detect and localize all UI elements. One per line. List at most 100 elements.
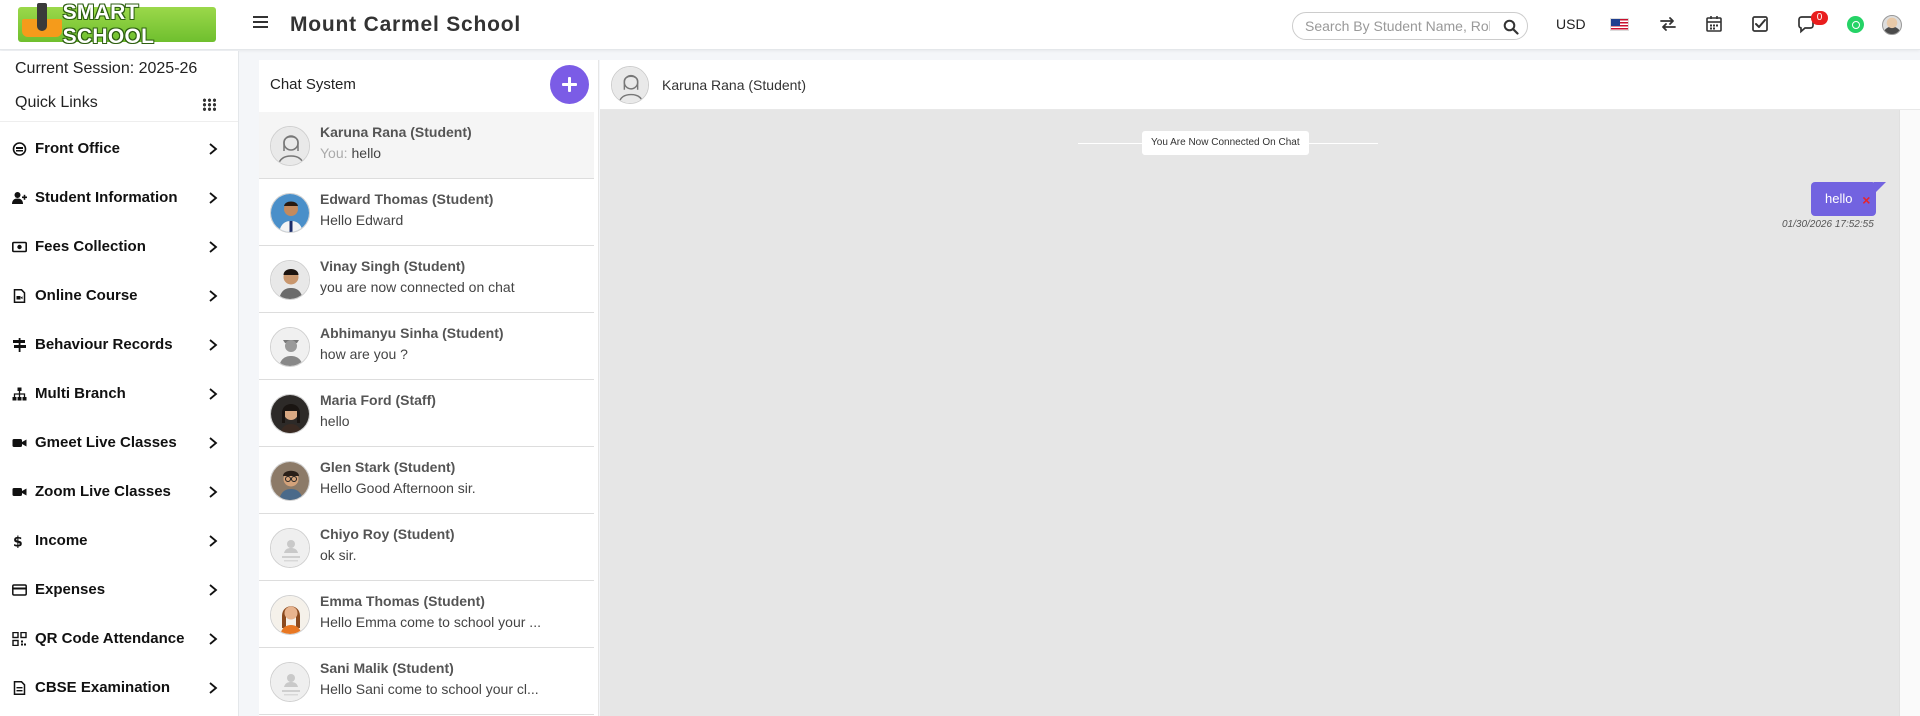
user-avatar[interactable] <box>1882 15 1902 35</box>
chevron-right-icon <box>209 535 218 547</box>
chevron-right-icon <box>209 584 218 596</box>
message-preview: Hello Sani come to school your cl... <box>320 681 539 697</box>
sidebar-divider <box>0 121 238 122</box>
contact-name: Chiyo Roy (Student) <box>320 526 455 542</box>
conversation-messages: You Are Now Connected On Chat hello × 01… <box>600 110 1899 716</box>
sent-message-bubble: hello × <box>1811 182 1888 217</box>
contact-last-message: hello <box>320 413 350 429</box>
chat-contact-item[interactable]: Abhimanyu Sinha (Student) how are you ? <box>259 313 594 380</box>
message-preview: hello <box>351 145 382 161</box>
qrcode-icon <box>12 632 27 646</box>
chevron-right-icon <box>209 633 218 645</box>
conversation-header: Karuna Rana (Student) <box>600 60 1920 110</box>
chevron-right-icon <box>209 486 218 498</box>
chevron-right-icon <box>209 682 218 694</box>
contact-last-message: You: hello <box>320 145 381 161</box>
contact-name: Sani Malik (Student) <box>320 660 454 676</box>
sidebar-item-expenses[interactable]: Expenses <box>0 565 238 614</box>
sidebar-item-zoom-live-classes[interactable]: Zoom Live Classes <box>0 467 238 516</box>
search-icon[interactable] <box>1503 19 1519 35</box>
menu-toggle-icon[interactable] <box>253 16 268 30</box>
quick-links-grid-icon[interactable] <box>202 98 216 111</box>
chevron-right-icon <box>209 241 218 253</box>
chat-contact-item[interactable]: Glen Stark (Student) Hello Good Afternoon… <box>259 447 594 514</box>
chevron-right-icon <box>209 339 218 351</box>
calendar-icon[interactable] <box>1704 14 1724 34</box>
chevron-right-icon <box>209 437 218 449</box>
student-search-box <box>1292 12 1528 40</box>
contact-last-message: Hello Emma come to school your ... <box>320 614 541 630</box>
connected-notice: You Are Now Connected On Chat <box>1142 131 1309 155</box>
dollar-icon: $ <box>13 535 23 549</box>
message-preview: Hello Good Afternoon sir. <box>320 480 476 496</box>
video-camera-icon <box>12 488 27 496</box>
contact-avatar <box>270 126 310 166</box>
chat-contact-item[interactable]: Chiyo Roy (Student) ok sir. <box>259 514 594 581</box>
file-icon <box>13 681 26 695</box>
you-prefix: You: <box>320 145 348 161</box>
conversation-scrollbar[interactable] <box>1899 110 1920 716</box>
chat-contact-item[interactable]: Vinay Singh (Student) you are now connect… <box>259 246 594 313</box>
contact-avatar <box>270 662 310 702</box>
contact-last-message: Hello Good Afternoon sir. <box>320 480 476 496</box>
contact-avatar <box>270 327 310 367</box>
contact-avatar <box>270 595 310 635</box>
smart-school-logo[interactable]: SMART SCHOOL <box>18 1 216 48</box>
sidebar-item-student-information[interactable]: Student Information <box>0 173 238 222</box>
currency-selector[interactable]: USD <box>1556 16 1586 32</box>
current-session[interactable]: Current Session: 2025-26 <box>15 60 197 78</box>
contact-avatar <box>270 394 310 434</box>
contact-name: Maria Ford (Staff) <box>320 392 436 408</box>
message-text: hello <box>1825 191 1853 206</box>
sidebar-item-fees-collection[interactable]: Fees Collection <box>0 222 238 271</box>
chevron-right-icon <box>209 192 218 204</box>
message-preview: you are now connected on chat <box>320 279 515 295</box>
message-timestamp: 01/30/2026 17:52:55 <box>1782 219 1874 230</box>
contact-last-message: how are you ? <box>320 346 408 362</box>
file-video-icon <box>13 289 26 303</box>
contact-name: Glen Stark (Student) <box>320 459 456 475</box>
chat-contact-item[interactable]: Emma Thomas (Student) Hello Emma come to … <box>259 581 594 648</box>
chat-system-title: Chat System <box>270 76 356 93</box>
us-flag-icon[interactable] <box>1610 18 1629 31</box>
chat-contact-item[interactable]: Maria Ford (Staff) hello <box>259 380 594 447</box>
sidebar-item-gmeet-live-classes[interactable]: Gmeet Live Classes <box>0 418 238 467</box>
sidebar-item-income[interactable]: $ Income <box>0 516 238 565</box>
notification-badge: 0 <box>1811 11 1828 25</box>
user-plus-icon <box>12 192 27 204</box>
school-name: Mount Carmel School <box>290 13 522 36</box>
student-search-input[interactable] <box>1305 17 1490 35</box>
sidebar-item-multi-branch[interactable]: Multi Branch <box>0 369 238 418</box>
quick-links-label: Quick Links <box>15 94 98 111</box>
message-preview: Hello Edward <box>320 212 404 228</box>
chat-contact-item[interactable]: Karuna Rana (Student) You: hello <box>259 112 594 179</box>
contact-last-message: ok sir. <box>320 547 357 563</box>
contact-avatar <box>270 260 310 300</box>
contact-name: Karuna Rana (Student) <box>320 124 472 140</box>
logo-text: SMART SCHOOL <box>62 0 155 48</box>
chat-contact-item[interactable]: Sani Malik (Student) Hello Sani come to s… <box>259 648 594 715</box>
contact-name: Emma Thomas (Student) <box>320 593 485 609</box>
contact-list: Karuna Rana (Student) You: hello Edward Tho… <box>259 112 594 715</box>
chat-contact-item[interactable]: Edward Thomas (Student) Hello Edward <box>259 179 594 246</box>
transfer-icon[interactable] <box>1658 14 1678 34</box>
message-preview: hello <box>320 413 350 429</box>
active-contact-name: Karuna Rana (Student) <box>662 77 806 93</box>
whatsapp-icon[interactable] <box>1847 16 1864 33</box>
sidebar-item-front-office[interactable]: Front Office <box>0 124 238 173</box>
sidebar-item-behaviour-records[interactable]: Behaviour Records <box>0 320 238 369</box>
sidebar-item-online-course[interactable]: Online Course <box>0 271 238 320</box>
sidebar-item-qr-code-attendance[interactable]: QR Code Attendance <box>0 614 238 663</box>
contact-name: Edward Thomas (Student) <box>320 191 494 207</box>
video-camera-icon <box>12 439 27 447</box>
active-contact-avatar <box>611 66 649 104</box>
svg-text:$: $ <box>13 535 23 549</box>
contact-avatar <box>270 461 310 501</box>
delete-message-icon[interactable]: × <box>1862 183 1870 217</box>
sidebar-menu: Front Office Student Information Fees Co… <box>0 124 238 712</box>
add-chat-button[interactable] <box>550 65 589 104</box>
contact-last-message: Hello Sani come to school your cl... <box>320 681 539 697</box>
task-check-icon[interactable] <box>1750 14 1770 34</box>
chevron-right-icon <box>209 388 218 400</box>
sidebar-item-cbse-examination[interactable]: CBSE Examination <box>0 663 238 712</box>
